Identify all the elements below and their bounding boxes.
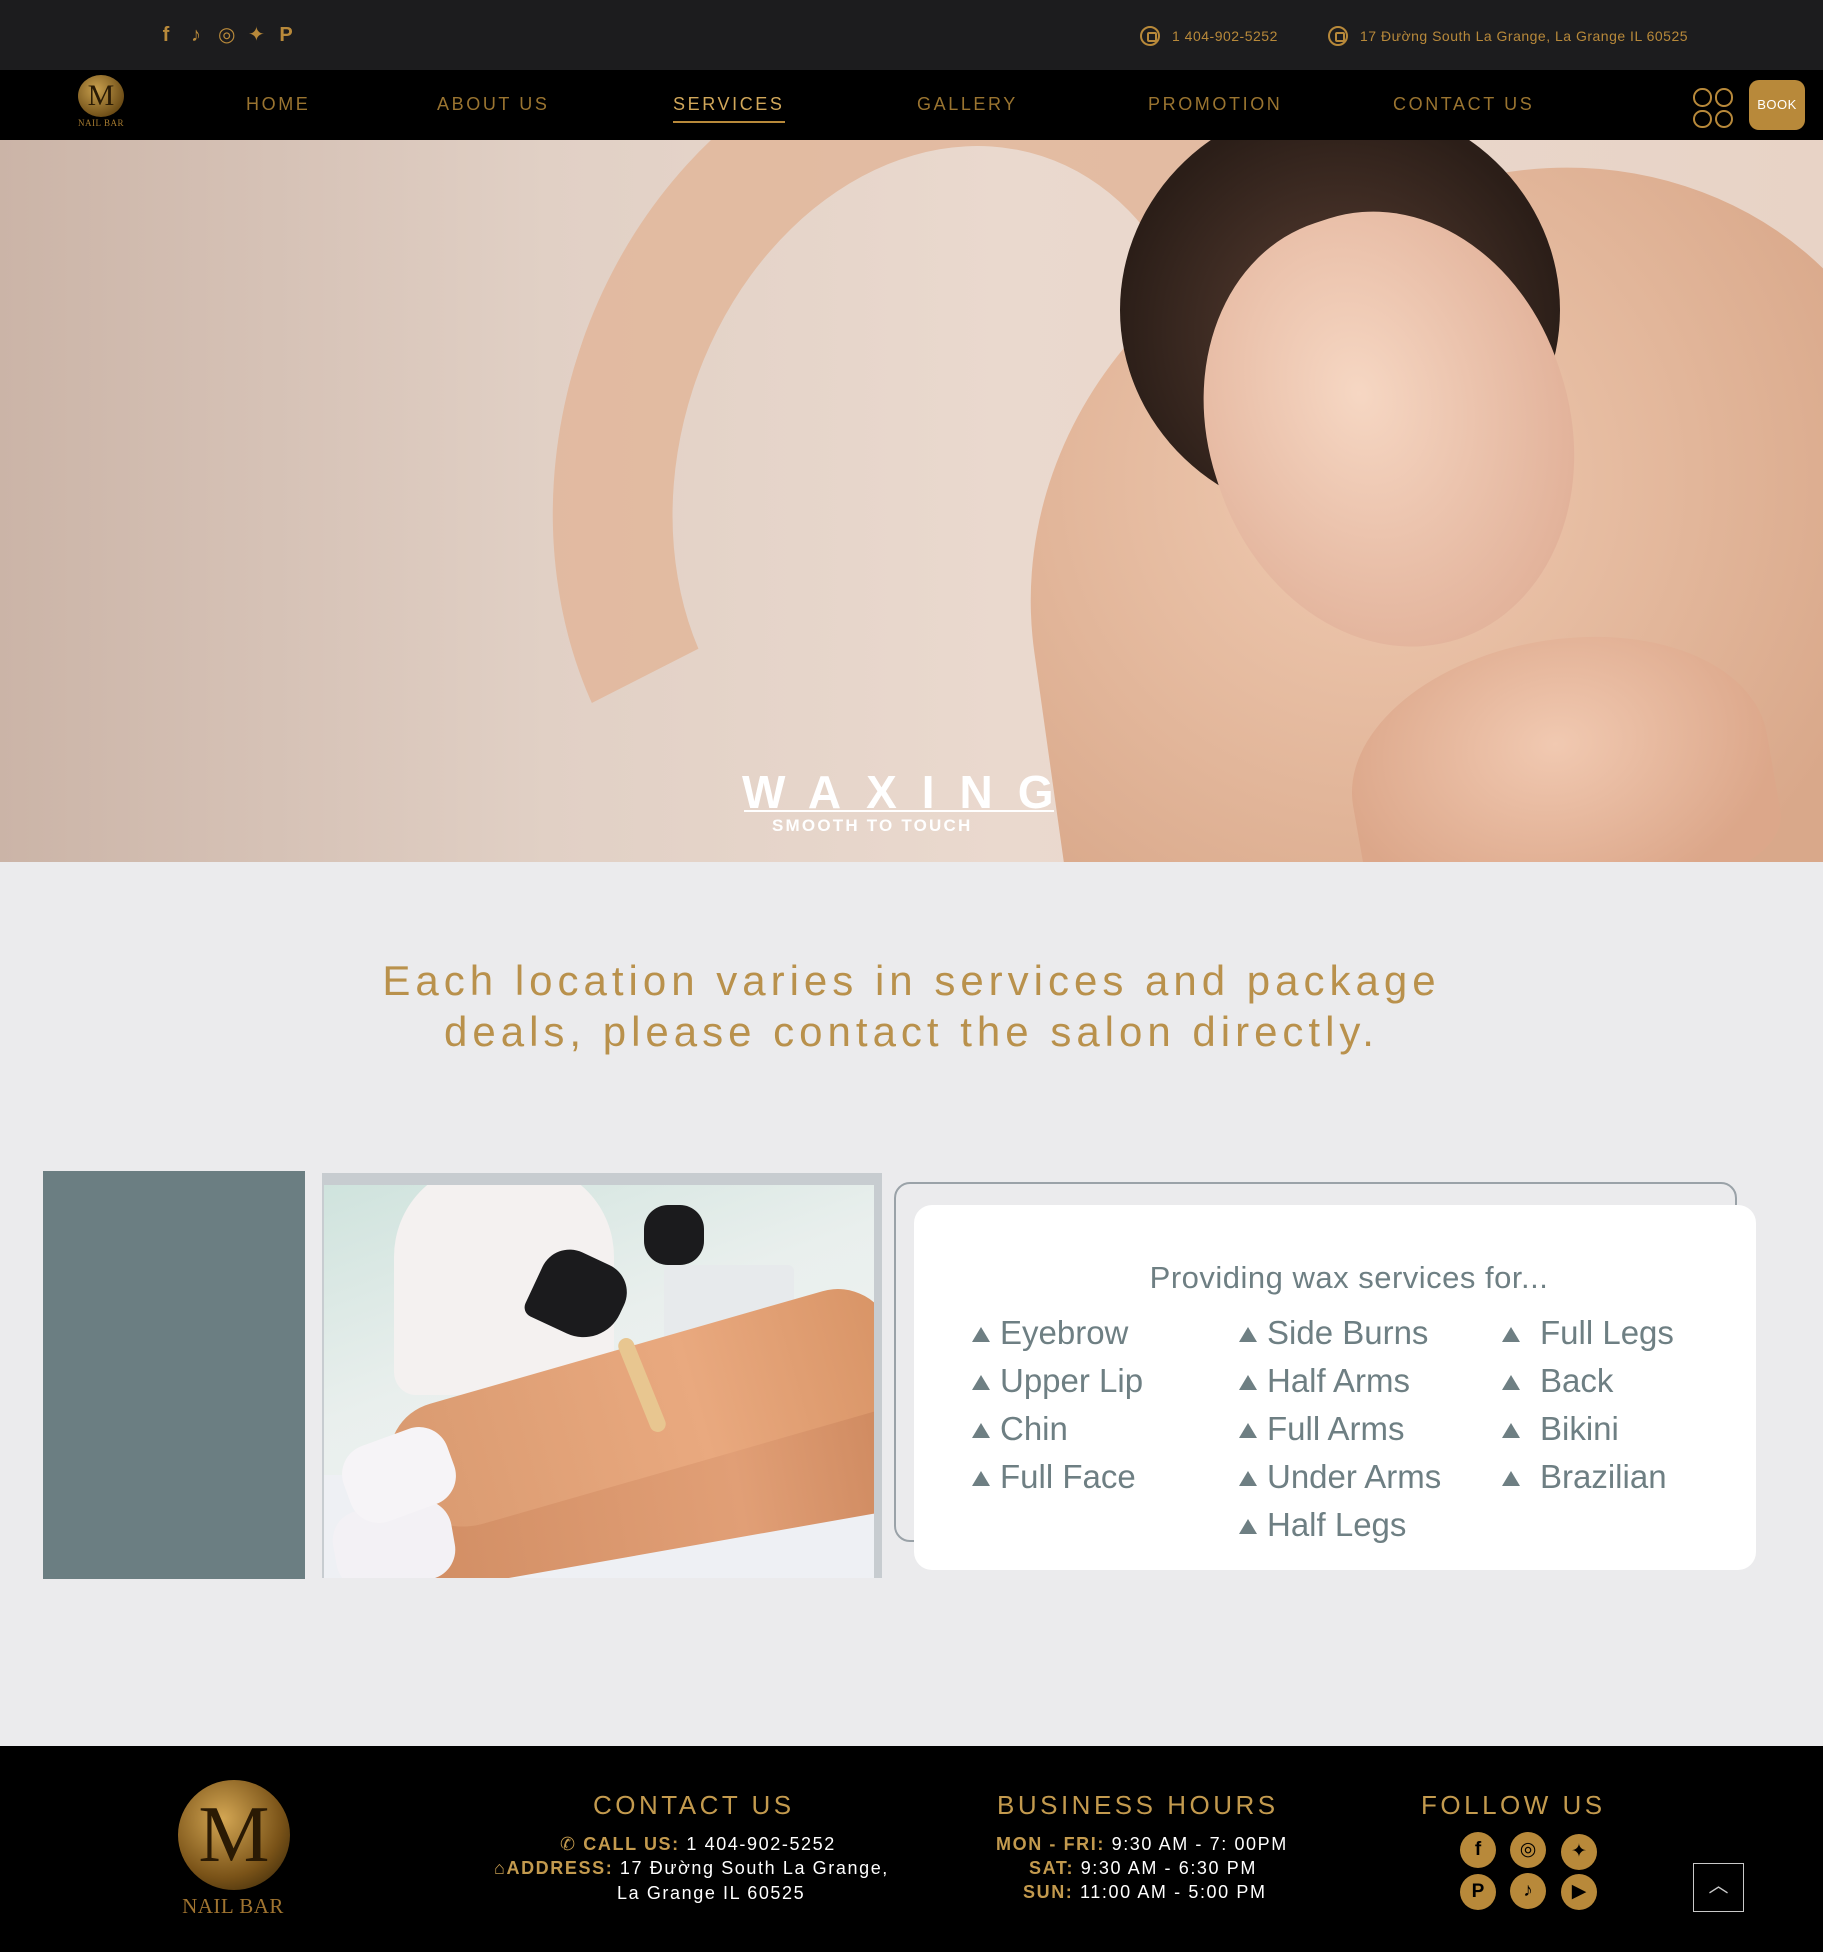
nav-item-contact-us[interactable]: CONTACT US — [1393, 94, 1534, 115]
youtube-icon[interactable]: ▶ — [1561, 1874, 1597, 1910]
top-social-links: f ♪ ◎ ✦ P — [158, 22, 294, 48]
pinterest-icon[interactable]: P — [278, 22, 294, 48]
location-notice: Each location varies in services and pac… — [0, 955, 1823, 1057]
footer-call[interactable]: ✆ CALL US: 1 404-902-5252 — [560, 1834, 836, 1855]
location-icon: ⌂ — [494, 1858, 507, 1878]
top-address[interactable]: 17 Đường South La Grange, La Grange IL 6… — [1328, 26, 1688, 46]
twitter-icon[interactable]: ✦ — [1561, 1834, 1597, 1870]
hours-row: MON - FRI: 9:30 AM - 7: 00PM — [996, 1834, 1288, 1855]
footer-address-label: ADDRESS: — [506, 1858, 614, 1878]
service-item: Under Arms — [1239, 1453, 1441, 1501]
nav-item-services[interactable]: SERVICES — [673, 94, 785, 123]
footer-call-label: CALL US: — [583, 1834, 680, 1854]
hours-time: 9:30 AM - 6:30 PM — [1080, 1858, 1257, 1878]
service-item: Full Arms — [1239, 1405, 1441, 1453]
footer-follow-heading: FOLLOW US — [1421, 1790, 1606, 1820]
services-column-1: Eyebrow Upper Lip Chin Full Face — [972, 1309, 1143, 1501]
service-item: Eyebrow — [972, 1309, 1143, 1357]
hero-divider — [744, 810, 1054, 812]
top-address-text: 17 Đường South La Grange, La Grange IL 6… — [1360, 28, 1689, 44]
service-item: Half Legs — [1239, 1501, 1441, 1549]
footer: M NAIL BAR CONTACT US ✆ CALL US: 1 404-9… — [0, 1746, 1823, 1952]
hours-time: 9:30 AM - 7: 00PM — [1111, 1834, 1288, 1854]
notice-line-2: deals, please contact the salon directly… — [444, 1008, 1379, 1055]
location-icon — [1328, 26, 1348, 46]
footer-address[interactable]: ⌂ADDRESS: 17 Đường South La Grange, — [494, 1858, 889, 1879]
decorative-block — [43, 1171, 305, 1579]
service-item: Back — [1502, 1357, 1674, 1405]
tiktok-icon[interactable]: ♪ — [188, 22, 204, 48]
top-phone[interactable]: 1 404-902-5252 — [1140, 26, 1278, 46]
nav-item-home[interactable]: HOME — [246, 94, 310, 115]
twitter-icon[interactable]: ✦ — [248, 22, 265, 48]
hours-row: SUN: 11:00 AM - 5:00 PM — [1023, 1882, 1267, 1903]
hours-time: 11:00 AM - 5:00 PM — [1080, 1882, 1267, 1902]
hours-day: SUN: — [1023, 1882, 1074, 1902]
pinterest-icon[interactable]: P — [1460, 1874, 1496, 1910]
hours-row: SAT: 9:30 AM - 6:30 PM — [1029, 1858, 1257, 1879]
footer-logo-emblem[interactable]: M — [178, 1780, 290, 1890]
tiktok-icon[interactable]: ♪ — [1510, 1873, 1546, 1909]
facebook-icon[interactable]: f — [158, 22, 174, 48]
instagram-icon[interactable]: ◎ — [1510, 1832, 1546, 1868]
hours-day: SAT: — [1029, 1858, 1075, 1878]
nav-item-promotion[interactable]: PROMOTION — [1148, 94, 1282, 115]
nav-item-about-us[interactable]: ABOUT US — [437, 94, 550, 115]
footer-contact-heading: CONTACT US — [593, 1790, 795, 1820]
nav-logo[interactable]: M NAIL BAR — [76, 75, 126, 135]
service-item: Full Legs — [1502, 1309, 1674, 1357]
hours-day: MON - FRI: — [996, 1834, 1105, 1854]
service-item: Side Burns — [1239, 1309, 1441, 1357]
footer-hours-heading: BUSINESS HOURS — [997, 1790, 1279, 1820]
back-to-top-button[interactable]: ︿ — [1693, 1863, 1744, 1912]
top-phone-text: 1 404-902-5252 — [1172, 28, 1278, 44]
logo-text: NAIL BAR — [78, 118, 124, 128]
main-nav: M NAIL BAR HOME ABOUT US SERVICES GALLER… — [0, 70, 1823, 140]
service-item: Half Arms — [1239, 1357, 1441, 1405]
instagram-icon[interactable]: ◎ — [218, 22, 235, 48]
services-column-2: Side Burns Half Arms Full Arms Under Arm… — [1239, 1309, 1441, 1549]
footer-address-line-1: 17 Đường South La Grange, — [619, 1858, 889, 1878]
footer-call-value: 1 404-902-5252 — [686, 1834, 836, 1854]
whatsapp-icon — [1140, 26, 1160, 46]
footer-address-line-2: La Grange IL 60525 — [617, 1883, 806, 1903]
top-bar: f ♪ ◎ ✦ P 1 404-902-5252 17 Đường South … — [0, 0, 1823, 70]
services-title: Providing wax services for... — [1149, 1260, 1549, 1295]
service-item: Full Face — [972, 1453, 1143, 1501]
grid-menu-icon[interactable] — [1693, 88, 1733, 128]
chevron-up-icon: ︿ — [1708, 1875, 1729, 1897]
service-item: Brazilian — [1502, 1453, 1674, 1501]
services-card: Providing wax services for... Eyebrow Up… — [914, 1205, 1756, 1570]
logo-emblem: M — [78, 75, 124, 117]
hero-banner: WAXING SMOOTH TO TOUCH — [0, 140, 1823, 862]
facebook-icon[interactable]: f — [1460, 1832, 1496, 1868]
service-item: Upper Lip — [972, 1357, 1143, 1405]
waxing-photo — [324, 1185, 874, 1578]
nav-item-gallery[interactable]: GALLERY — [917, 94, 1018, 115]
book-button[interactable]: BOOK — [1749, 80, 1805, 130]
footer-logo-text: NAIL BAR — [182, 1894, 284, 1918]
services-column-3: Full Legs Back Bikini Brazilian — [1502, 1309, 1674, 1501]
phone-icon: ✆ — [560, 1834, 577, 1854]
service-item: Bikini — [1502, 1405, 1674, 1453]
notice-line-1: Each location varies in services and pac… — [382, 957, 1441, 1004]
hero-subtitle: SMOOTH TO TOUCH — [772, 816, 973, 835]
service-item: Chin — [972, 1405, 1143, 1453]
